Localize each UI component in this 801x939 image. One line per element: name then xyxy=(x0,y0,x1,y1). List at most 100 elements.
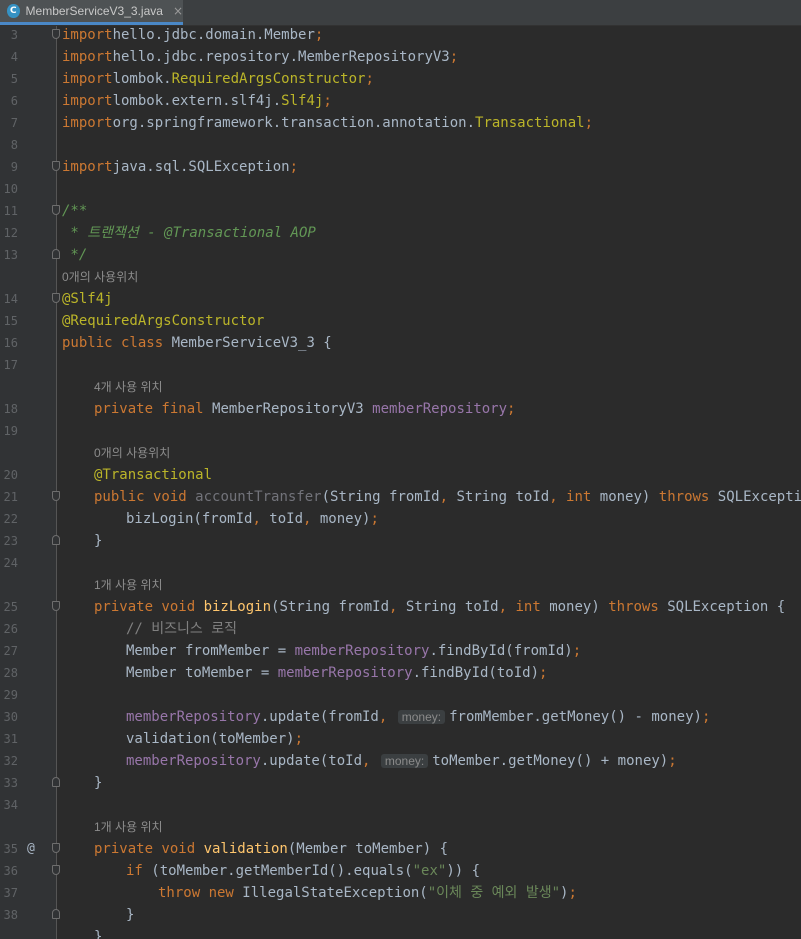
code-token: @RequiredArgsConstructor xyxy=(62,313,265,329)
close-icon[interactable]: × xyxy=(173,4,183,18)
code-line: 26 // 비즈니스 로직 xyxy=(0,618,801,640)
code-text: public class MemberServiceV3_3 { xyxy=(62,332,332,354)
fold-marker-icon[interactable] xyxy=(52,491,60,501)
code-text: * 트랜잭션 - @Transactional AOP xyxy=(62,222,316,244)
code-token: private void xyxy=(94,599,204,615)
fold-marker-icon[interactable] xyxy=(52,293,60,303)
code-token: /** xyxy=(62,203,88,219)
code-token: ; xyxy=(370,511,379,527)
line-number: 5 xyxy=(10,72,18,86)
code-line: 37 throw new IllegalStateException("이체 중 … xyxy=(0,882,801,904)
line-number: 7 xyxy=(10,116,18,130)
line-number: 4 xyxy=(10,50,18,64)
code-token: ; xyxy=(701,709,711,725)
code-text: memberRepository.update(fromId, money: fr… xyxy=(126,706,710,728)
code-line: 19 xyxy=(0,420,801,442)
fold-marker-icon[interactable] xyxy=(52,535,60,545)
code-token: accountTransfer xyxy=(195,489,322,505)
line-number: 28 xyxy=(3,666,18,680)
usage-hint[interactable]: 1개 사용 위치 xyxy=(94,816,163,838)
code-token: } xyxy=(94,929,103,939)
code-text: } xyxy=(94,530,102,552)
code-token: fromMember.getMoney() - money) xyxy=(449,709,702,725)
code-line: 5 importlombok.RequiredArgsConstructor; xyxy=(0,68,801,90)
code-token: ; xyxy=(294,731,304,747)
fold-marker-icon[interactable] xyxy=(52,909,60,919)
fold-marker-icon[interactable] xyxy=(52,161,60,171)
usage-hint[interactable]: 0개의 사용위치 xyxy=(62,266,138,288)
code-token: String toId xyxy=(405,599,499,615)
fold-marker-icon[interactable] xyxy=(52,205,60,215)
code-token: validation xyxy=(203,841,288,857)
code-token: , int xyxy=(498,599,550,615)
code-token: money) xyxy=(599,489,659,505)
code-text: validation(toMember); xyxy=(126,728,303,750)
fold-marker-icon[interactable] xyxy=(52,29,60,39)
fold-marker-icon[interactable] xyxy=(52,777,60,787)
code-token: import xyxy=(62,27,113,43)
code-token: , xyxy=(303,511,320,527)
code-token: hello.jdbc.repository.MemberRepositoryV3 xyxy=(112,49,450,65)
code-line: 3 importhello.jdbc.domain.Member; xyxy=(0,26,801,46)
code-token: .update(toId xyxy=(260,753,363,769)
code-token: RequiredArgsConstructor xyxy=(171,71,366,87)
code-text: /** xyxy=(62,200,87,222)
code-token: } xyxy=(94,533,103,549)
line-number: 11 xyxy=(3,204,18,218)
code-token: money) xyxy=(549,599,609,615)
line-number: 19 xyxy=(3,424,18,438)
line-number: 8 xyxy=(10,138,18,152)
line-number: 18 xyxy=(3,402,18,416)
line-number: 15 xyxy=(3,314,18,328)
code-line: 12 * 트랜잭션 - @Transactional AOP xyxy=(0,222,801,244)
code-text: throw new IllegalStateException("이체 중 예외… xyxy=(158,882,577,904)
fold-marker-icon[interactable] xyxy=(52,601,60,611)
code-token: SQLException { xyxy=(667,599,786,615)
code-editor[interactable]: 3 importhello.jdbc.domain.Member; 4 import h… xyxy=(0,26,801,939)
fold-marker-icon[interactable] xyxy=(52,249,60,259)
line-number: 13 xyxy=(3,248,18,262)
usage-hint-row: 1개 사용 위치 xyxy=(0,574,801,596)
line-number: 31 xyxy=(3,732,18,746)
code-token: ; xyxy=(449,49,459,65)
line-number: 23 xyxy=(3,534,18,548)
line-number: 3 xyxy=(10,28,18,42)
code-line: 28 Member toMember = memberRepository.fin… xyxy=(0,662,801,684)
code-token: bizLogin(fromId xyxy=(126,511,253,527)
code-token: public void xyxy=(94,489,196,505)
code-text: public void accountTransfer(String fromI… xyxy=(94,486,801,508)
code-token: , xyxy=(362,753,379,769)
line-number: 14 xyxy=(3,292,18,306)
code-line: 32 memberRepository.update(toId, money: to… xyxy=(0,750,801,772)
code-token: IllegalStateException( xyxy=(242,885,428,901)
code-token: memberRepository xyxy=(126,753,261,769)
code-token: @Transactional xyxy=(94,467,213,483)
fold-marker-icon[interactable] xyxy=(52,843,60,853)
code-token: "ex" xyxy=(412,863,447,879)
code-line: 23} xyxy=(0,530,801,552)
line-number: 6 xyxy=(10,94,18,108)
code-text: private void bizLogin(String fromId, Str… xyxy=(94,596,785,618)
code-token: memberRepository xyxy=(126,709,261,725)
code-text: importhello.jdbc.domain.Member; xyxy=(62,26,323,46)
code-token: // 비즈니스 로직 xyxy=(126,621,237,637)
code-token: bizLogin xyxy=(203,599,272,615)
file-tab[interactable]: C MemberServiceV3_3.java × xyxy=(0,0,183,25)
code-text: if (toMember.getMemberId().equals("ex"))… xyxy=(126,860,480,882)
fold-marker-icon[interactable] xyxy=(52,865,60,875)
code-token: lombok.extern.slf4j. xyxy=(112,93,282,109)
code-line: 8 xyxy=(0,134,801,156)
code-token: ; xyxy=(507,401,516,417)
code-token: public class xyxy=(62,335,172,351)
usage-hint-row: 4개 사용 위치 xyxy=(0,376,801,398)
code-token: } xyxy=(126,907,135,923)
override-marker-icon[interactable]: @ xyxy=(27,838,35,860)
code-token: )) { xyxy=(446,863,481,879)
usage-hint[interactable]: 1개 사용 위치 xyxy=(94,574,163,596)
usage-hint[interactable]: 0개의 사용위치 xyxy=(94,442,170,464)
code-line: 35 @ private void validation(Member toMemb… xyxy=(0,838,801,860)
code-text: importorg.springframework.transaction.an… xyxy=(62,112,593,134)
usage-hint[interactable]: 4개 사용 위치 xyxy=(94,376,163,398)
code-line: 29 xyxy=(0,684,801,706)
code-token: * 트랜잭션 - @Transactional AOP xyxy=(62,225,316,241)
